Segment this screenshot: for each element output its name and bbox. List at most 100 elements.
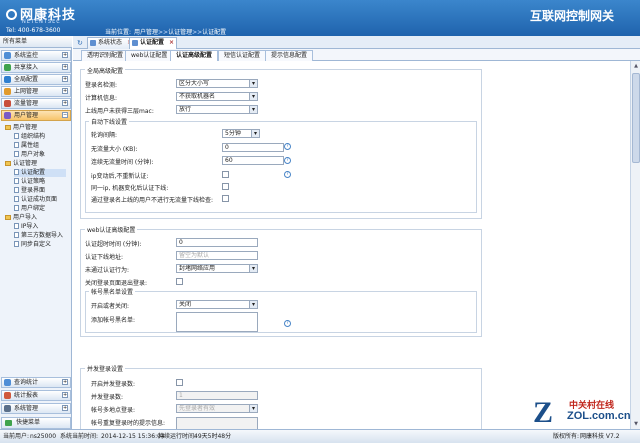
- ip-change-checkbox[interactable]: [222, 171, 229, 178]
- tree-item-user-bind[interactable]: 用户绑定: [14, 205, 45, 213]
- close-icon[interactable]: ×: [169, 38, 174, 48]
- tab-system-status[interactable]: 系统状态×: [87, 37, 136, 49]
- tree-item-auth-policy[interactable]: 认证策略: [14, 178, 45, 186]
- sidebar-section-global[interactable]: 全局配置 +: [1, 74, 71, 85]
- login-name-skip-label: 通过登录名上线的用户不进行无流量下线检查:: [91, 197, 214, 204]
- uptime: 49天5时48分: [194, 433, 232, 440]
- breadcrumb-item: 认证配置: [202, 29, 227, 36]
- tree-node-auth-mgmt[interactable]: 认证管理: [5, 160, 37, 168]
- login-detect-label: 登录名检测:: [85, 82, 118, 89]
- sidebar-section-users[interactable]: 用户管理 −: [1, 110, 71, 121]
- sidebar-section-query[interactable]: 查询统计 +: [1, 377, 71, 388]
- help-icon[interactable]: ?: [284, 157, 291, 164]
- sidebar-title: 所有菜单: [0, 36, 72, 48]
- subtab-sms[interactable]: 短信认证配置: [218, 50, 267, 61]
- mac-policy-select[interactable]: 放行: [176, 105, 258, 114]
- expand-icon[interactable]: +: [62, 379, 68, 385]
- same-ip-offline-checkbox[interactable]: [222, 183, 229, 190]
- close-page-logout-checkbox[interactable]: [176, 278, 183, 285]
- ip-change-label: ip变动后,不重新认证:: [91, 173, 149, 180]
- blacklist-textarea[interactable]: [176, 312, 258, 332]
- no-traffic-size-input[interactable]: 0: [222, 143, 284, 152]
- no-traffic-size-label: 无流量大小 (KB):: [91, 146, 138, 153]
- tree-item-third-import[interactable]: 第三方数据导入: [14, 232, 63, 240]
- search-icon: [4, 379, 11, 386]
- tab-auth-config[interactable]: 认证配置 ×: [129, 37, 178, 49]
- quick-menu-icon: [5, 420, 12, 426]
- breadcrumb-separator: >>: [158, 29, 169, 36]
- expand-icon[interactable]: +: [62, 405, 68, 411]
- expand-icon[interactable]: +: [62, 88, 68, 94]
- expand-icon[interactable]: +: [62, 52, 68, 58]
- collapse-icon[interactable]: −: [62, 112, 68, 118]
- poll-interval-select[interactable]: 5分钟: [222, 129, 260, 138]
- tree-item-sync[interactable]: 同步自定义: [14, 241, 51, 249]
- help-icon[interactable]: ?: [284, 143, 291, 150]
- tree-label: 用户导入: [13, 214, 38, 221]
- help-icon[interactable]: ?: [284, 320, 291, 327]
- breadcrumb-item[interactable]: 认证管理: [168, 29, 192, 36]
- concurrent-enable-checkbox[interactable]: [176, 379, 183, 386]
- breadcrumb-item[interactable]: 用户管理: [134, 29, 158, 36]
- page-icon: [14, 232, 19, 238]
- sidebar-section-traffic[interactable]: 流量管理 +: [1, 98, 71, 109]
- sidebar-section-monitor[interactable]: 系统监控 +: [1, 50, 71, 61]
- tree-item-org[interactable]: 组织结构: [14, 133, 45, 141]
- sidebar-section-share[interactable]: 共享接入 +: [1, 62, 71, 73]
- expand-icon[interactable]: +: [62, 100, 68, 106]
- no-traffic-time-input[interactable]: 60: [222, 156, 284, 165]
- blacklist-add-label: 添加帐号黑名单:: [91, 317, 136, 324]
- share-icon: [4, 64, 11, 71]
- tree-item-login-page[interactable]: 登录界面: [14, 187, 45, 195]
- tree-item-attr[interactable]: 属性组: [14, 142, 39, 150]
- login-name-skip-checkbox[interactable]: [222, 195, 229, 202]
- duplicate-tip-label: 帐号重复登录时的提示信息:: [91, 420, 166, 427]
- quick-menu-button[interactable]: 快捷菜单: [1, 417, 71, 429]
- scroll-up-icon[interactable]: ▲: [632, 62, 640, 70]
- subtab-advanced[interactable]: 认证高级配置: [170, 50, 219, 61]
- pc-info-select[interactable]: 不获取机器名: [176, 92, 258, 101]
- redirect-url-input[interactable]: 留空为默认: [176, 251, 258, 260]
- subtab-web-auth[interactable]: web认证配置: [125, 50, 174, 61]
- sidebar-section-internet[interactable]: 上网管理 +: [1, 86, 71, 97]
- expand-icon[interactable]: +: [62, 392, 68, 398]
- same-ip-offline-label: 同一ip, 机器变化后认证下线:: [91, 185, 169, 192]
- subtab-prompt[interactable]: 提示信息配置: [265, 50, 314, 61]
- scrollbar-thumb[interactable]: [632, 73, 640, 163]
- blacklist-toggle-select[interactable]: 关闭: [176, 300, 258, 309]
- auth-timeout-input[interactable]: 0: [176, 238, 258, 247]
- unauth-action-select[interactable]: 封堵网络应用: [176, 264, 258, 273]
- refresh-icon[interactable]: ↻: [77, 39, 83, 47]
- current-user-label: 当前用户:: [3, 433, 30, 440]
- tree-node-user-mgmt[interactable]: 用户管理: [5, 124, 37, 132]
- duplicate-tip-textarea[interactable]: [176, 417, 258, 429]
- settings-panel: 全局高级配置 登录名检测: 区分大小写 计算机信息: 不获取机器名 上线用户未获…: [73, 61, 630, 429]
- tree-item-ip-import[interactable]: IP导入: [14, 223, 38, 231]
- subtab-transparent[interactable]: 透明识别配置: [81, 50, 130, 61]
- tree-item-auth-success[interactable]: 认证成功页面: [14, 196, 57, 204]
- tree-item-auth-config[interactable]: 认证配置: [14, 169, 66, 177]
- tree-node-user-import[interactable]: 用户导入: [5, 214, 37, 222]
- quick-menu-label: 快捷菜单: [16, 419, 41, 426]
- sidebar-section-report[interactable]: 统计报表 +: [1, 390, 71, 401]
- multi-location-select[interactable]: 先登录者有效: [176, 404, 258, 413]
- tree-label: 登录界面: [21, 187, 46, 194]
- sidebar-section-label: 共享接入: [14, 64, 39, 71]
- tree-item-user-obj[interactable]: 用户对象: [14, 151, 45, 159]
- sidebar-section-label: 全局配置: [14, 76, 39, 83]
- help-icon[interactable]: ?: [284, 171, 291, 178]
- expand-icon[interactable]: +: [62, 76, 68, 82]
- redirect-url-label: 认证下线地址:: [85, 254, 124, 261]
- copyright: 网康科技 V7.2: [580, 433, 620, 440]
- concurrent-count-input[interactable]: 1: [176, 391, 258, 400]
- page-tab-bar: ↻ 系统状态× 认证配置 ×: [73, 36, 640, 49]
- content-scrollbar[interactable]: ▲ ▼: [630, 61, 640, 429]
- no-traffic-time-label: 连续无流量时间 (分钟):: [91, 159, 154, 166]
- scroll-down-icon[interactable]: ▼: [632, 420, 640, 428]
- auth-timeout-label: 认证超时时间 (分钟):: [85, 241, 142, 248]
- login-detect-select[interactable]: 区分大小写: [176, 79, 258, 88]
- logo-mark-icon: [6, 9, 17, 20]
- copyright-label: 版权所有:: [553, 433, 580, 440]
- expand-icon[interactable]: +: [62, 64, 68, 70]
- sidebar-section-system[interactable]: 系统管理 +: [1, 403, 71, 414]
